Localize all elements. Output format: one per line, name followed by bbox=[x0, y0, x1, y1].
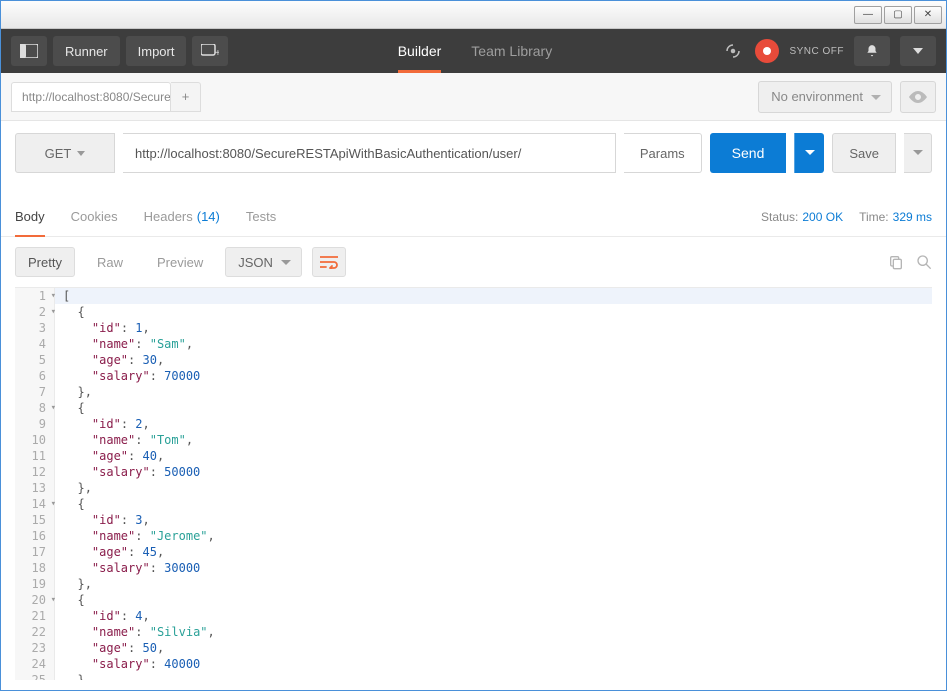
line-wrap-button[interactable] bbox=[312, 247, 346, 277]
status-value: 200 OK bbox=[802, 210, 843, 224]
view-preview-button[interactable]: Preview bbox=[145, 247, 215, 277]
response-tabs: Body Cookies Headers (14) Tests Status: 2… bbox=[1, 197, 946, 237]
code-line: 10 "name": "Tom", bbox=[15, 432, 932, 448]
body-view-toolbar: Pretty Raw Preview JSON bbox=[1, 237, 946, 287]
code-line: 16 "name": "Jerome", bbox=[15, 528, 932, 544]
search-icon[interactable] bbox=[916, 254, 932, 270]
send-dropdown-button[interactable] bbox=[794, 133, 824, 173]
settings-dropdown-button[interactable] bbox=[900, 36, 936, 66]
save-button[interactable]: Save bbox=[832, 133, 896, 173]
environment-quicklook-button[interactable] bbox=[900, 81, 936, 113]
sidebar-toggle-button[interactable] bbox=[11, 36, 47, 66]
request-tab-strip: http://localhost:8080/Secure + bbox=[11, 82, 201, 112]
code-line: 12 "salary": 50000 bbox=[15, 464, 932, 480]
tab-builder[interactable]: Builder bbox=[398, 29, 442, 73]
format-select[interactable]: JSON bbox=[225, 247, 302, 277]
tab-headers-label: Headers bbox=[144, 209, 193, 224]
tab-team-library[interactable]: Team Library bbox=[471, 29, 552, 73]
close-button[interactable]: ✕ bbox=[914, 6, 942, 24]
minimize-button[interactable]: — bbox=[854, 6, 882, 24]
app-window: — ▢ ✕ Runner Import + Builder Team Libra… bbox=[0, 0, 947, 691]
code-line: 5 "age": 30, bbox=[15, 352, 932, 368]
app-toolbar: Runner Import + Builder Team Library SYN… bbox=[1, 29, 946, 73]
code-line: 1[ bbox=[15, 288, 932, 304]
code-line: 21 "id": 4, bbox=[15, 608, 932, 624]
code-line: 9 "id": 2, bbox=[15, 416, 932, 432]
code-line: 23 "age": 50, bbox=[15, 640, 932, 656]
time-value: 329 ms bbox=[893, 210, 932, 224]
code-line: 18 "salary": 30000 bbox=[15, 560, 932, 576]
request-builder: GET http://localhost:8080/SecureRESTApiW… bbox=[1, 121, 946, 173]
sync-status-label: SYNC OFF bbox=[789, 46, 844, 57]
request-tab[interactable]: http://localhost:8080/Secure bbox=[11, 82, 171, 112]
tab-headers[interactable]: Headers (14) bbox=[144, 197, 220, 236]
status-label: Status: bbox=[761, 210, 798, 224]
response-meta: Status: 200 OK Time: 329 ms bbox=[761, 210, 932, 224]
code-line: 7 }, bbox=[15, 384, 932, 400]
add-request-tab-button[interactable]: + bbox=[171, 82, 201, 112]
copy-icon[interactable] bbox=[888, 254, 904, 270]
runner-button[interactable]: Runner bbox=[53, 36, 120, 66]
code-line: 15 "id": 3, bbox=[15, 512, 932, 528]
code-line: 14 { bbox=[15, 496, 932, 512]
headers-count: (14) bbox=[197, 209, 220, 224]
code-line: 20 { bbox=[15, 592, 932, 608]
http-method-select[interactable]: GET bbox=[15, 133, 115, 173]
tab-tests[interactable]: Tests bbox=[246, 197, 276, 236]
response-body-viewer[interactable]: 1[2 {3 "id": 1,4 "name": "Sam",5 "age": … bbox=[15, 287, 932, 680]
environment-bar: http://localhost:8080/Secure + No enviro… bbox=[1, 73, 946, 121]
code-line: 19 }, bbox=[15, 576, 932, 592]
svg-text:+: + bbox=[215, 48, 219, 58]
tab-cookies[interactable]: Cookies bbox=[71, 197, 118, 236]
interceptor-icon[interactable] bbox=[721, 39, 745, 63]
main-nav: Builder Team Library bbox=[234, 29, 715, 73]
url-input[interactable]: http://localhost:8080/SecureRESTApiWithB… bbox=[123, 133, 616, 173]
params-button[interactable]: Params bbox=[624, 133, 702, 173]
notifications-button[interactable] bbox=[854, 36, 890, 66]
sync-status-icon[interactable] bbox=[755, 39, 779, 63]
time-label: Time: bbox=[859, 210, 889, 224]
code-line: 2 { bbox=[15, 304, 932, 320]
code-line: 22 "name": "Silvia", bbox=[15, 624, 932, 640]
code-line: 11 "age": 40, bbox=[15, 448, 932, 464]
view-raw-button[interactable]: Raw bbox=[85, 247, 135, 277]
view-pretty-button[interactable]: Pretty bbox=[15, 247, 75, 277]
code-line: 3 "id": 1, bbox=[15, 320, 932, 336]
http-method-value: GET bbox=[45, 146, 72, 161]
code-line: 4 "name": "Sam", bbox=[15, 336, 932, 352]
code-line: 24 "salary": 40000 bbox=[15, 656, 932, 672]
save-dropdown-button[interactable] bbox=[904, 133, 932, 173]
environment-select[interactable]: No environment bbox=[758, 81, 892, 113]
code-line: 25 } bbox=[15, 672, 932, 680]
send-button[interactable]: Send bbox=[710, 133, 787, 173]
code-line: 8 { bbox=[15, 400, 932, 416]
import-button[interactable]: Import bbox=[126, 36, 187, 66]
os-titlebar: — ▢ ✕ bbox=[1, 1, 946, 29]
tab-body[interactable]: Body bbox=[15, 198, 45, 237]
code-line: 17 "age": 45, bbox=[15, 544, 932, 560]
code-line: 6 "salary": 70000 bbox=[15, 368, 932, 384]
maximize-button[interactable]: ▢ bbox=[884, 6, 912, 24]
new-window-button[interactable]: + bbox=[192, 36, 228, 66]
code-line: 13 }, bbox=[15, 480, 932, 496]
